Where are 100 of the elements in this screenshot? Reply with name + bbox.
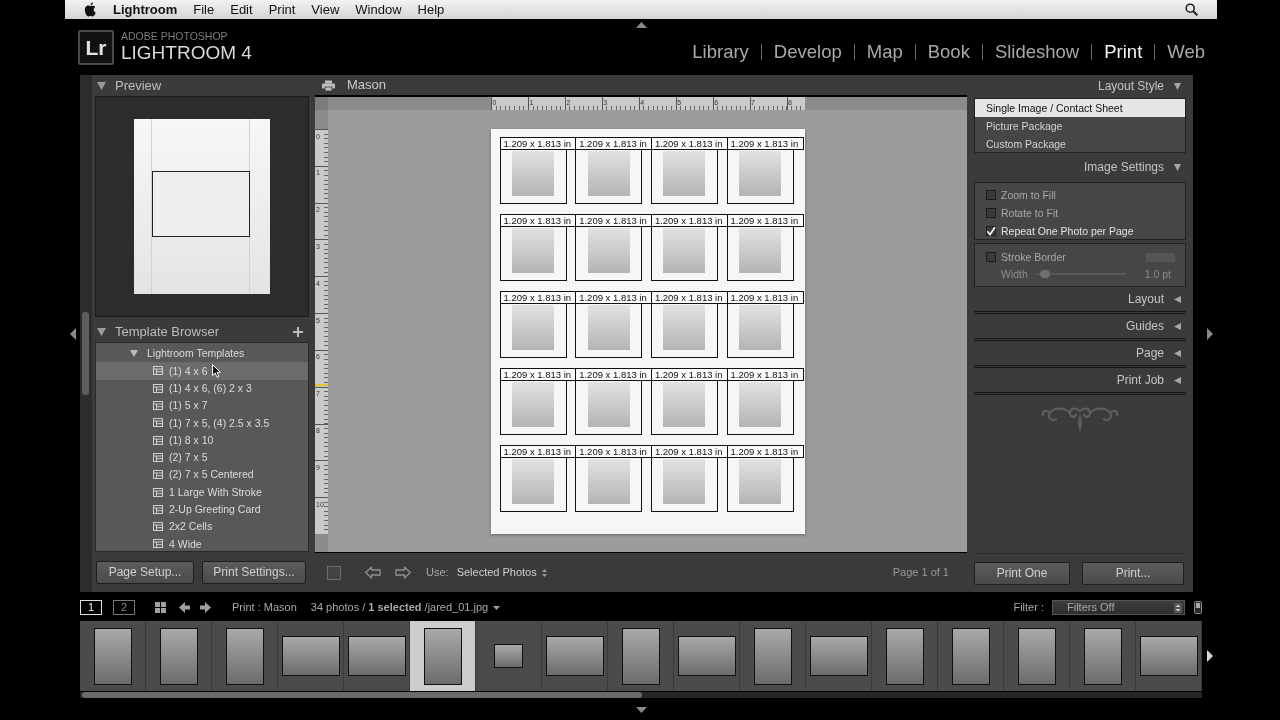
scrollbar-thumb[interactable] xyxy=(82,312,89,395)
cell-size-label: 1.209 x 1.813 in xyxy=(726,444,804,458)
module-tab[interactable]: Book xyxy=(927,41,970,63)
section-header[interactable]: Guides xyxy=(974,314,1186,341)
left-arrow-icon[interactable] xyxy=(365,566,381,579)
disclosure-triangle-icon[interactable] xyxy=(1174,322,1181,330)
print-button[interactable]: Print... xyxy=(1082,561,1184,585)
menu-item[interactable]: View xyxy=(311,1,340,18)
page-view-button[interactable]: 1 xyxy=(80,600,102,615)
filmstrip-cell[interactable] xyxy=(410,621,476,691)
template-item[interactable]: 2-Up Greeting Card xyxy=(96,500,308,518)
section-header[interactable]: Page xyxy=(974,341,1186,368)
table-icon xyxy=(153,522,163,532)
apple-icon[interactable] xyxy=(84,2,97,17)
back-arrow-icon[interactable] xyxy=(179,602,190,613)
cell-size-label: 1.209 x 1.813 in xyxy=(650,136,728,150)
template-item[interactable]: 2x2 Cells xyxy=(96,517,308,536)
layout-style-option[interactable]: Custom Package xyxy=(975,135,1185,153)
photo-placeholder xyxy=(663,458,706,504)
checkbox[interactable] xyxy=(986,226,996,236)
table-icon xyxy=(153,435,163,445)
cell-size-label: 1.209 x 1.813 in xyxy=(726,290,804,304)
checkbox[interactable] xyxy=(986,252,996,262)
checkbox-label: Stroke Border xyxy=(1001,250,1066,264)
cell-size-label: 1.209 x 1.813 in xyxy=(499,136,577,150)
section-header[interactable]: Print Job xyxy=(974,368,1186,395)
disclosure-triangle-icon[interactable] xyxy=(1174,82,1181,90)
cell-size-label: 1.209 x 1.813 in xyxy=(499,367,577,381)
template-item[interactable]: (2) 7 x 5 xyxy=(96,448,308,467)
template-folder[interactable]: Lightroom Templates xyxy=(96,345,308,363)
disclosure-triangle-icon[interactable] xyxy=(97,328,106,336)
panel-toggle-icon[interactable] xyxy=(635,707,647,713)
section-header[interactable]: Layout xyxy=(974,287,1186,314)
menu-item[interactable]: Help xyxy=(417,1,445,18)
checkbox-label: Rotate to Fit xyxy=(1001,206,1059,220)
cell-size-label: 1.209 x 1.813 in xyxy=(726,136,804,150)
module-tab[interactable]: Web xyxy=(1167,41,1205,63)
panel-button[interactable]: Page Setup... xyxy=(96,560,194,584)
panel-toggle-icon[interactable] xyxy=(635,22,647,28)
scroll-right-icon[interactable] xyxy=(1206,650,1213,662)
collapse-right-panel-icon[interactable] xyxy=(1207,327,1213,340)
template-item[interactable]: 1 Large With Stroke xyxy=(96,483,308,501)
template-item[interactable]: 4 Wide xyxy=(96,535,308,551)
template-item[interactable]: (1) 5 x 7 xyxy=(96,396,308,415)
menu-item[interactable]: File xyxy=(193,1,215,18)
disclosure-triangle-icon[interactable] xyxy=(1174,163,1181,171)
filter-lock-switch-icon[interactable] xyxy=(1194,601,1202,614)
template-item[interactable]: (2) 7 x 5 Centered xyxy=(96,466,308,484)
filter-dropdown[interactable]: Filters Off xyxy=(1052,600,1185,615)
photo-count-text[interactable]: 34 photos / 1 selected /jared_01.jpg xyxy=(310,600,489,615)
disclosure-triangle-icon[interactable] xyxy=(97,81,106,90)
checkbox[interactable] xyxy=(986,208,996,218)
template-item[interactable]: (1) 7 x 5, (4) 2.5 x 3.5 xyxy=(96,414,308,432)
menu-item[interactable]: Edit xyxy=(230,1,253,18)
layout-style-option[interactable]: Single Image / Contact Sheet xyxy=(975,99,1185,117)
menu-item[interactable]: Window xyxy=(355,1,402,18)
template-item[interactable]: (1) 8 x 10 xyxy=(96,431,308,449)
module-tab[interactable]: Print xyxy=(1104,41,1143,63)
module-tab[interactable]: Slideshow xyxy=(994,41,1080,63)
photo-placeholder xyxy=(587,150,630,196)
photo-placeholder xyxy=(1139,636,1198,676)
checkbox-label: Zoom to Fill xyxy=(1001,188,1056,202)
checkbox[interactable] xyxy=(986,190,996,200)
cell-size-label: 1.209 x 1.813 in xyxy=(575,444,653,458)
table-icon xyxy=(153,366,163,376)
module-tab[interactable]: Map xyxy=(866,41,903,63)
panel-header[interactable]: Template Browser xyxy=(92,322,226,342)
caret-icon[interactable] xyxy=(493,605,501,610)
section-header[interactable]: Image Settings xyxy=(974,153,1186,181)
layout-style-option[interactable]: Picture Package xyxy=(975,117,1185,135)
printer-icon xyxy=(322,79,335,91)
app-menu[interactable]: Lightroom xyxy=(113,1,178,18)
slider-thumb[interactable] xyxy=(1039,269,1052,279)
template-item[interactable]: (1) 4 x 6 xyxy=(96,362,308,380)
print-button[interactable]: Print One xyxy=(974,561,1070,585)
right-arrow-icon[interactable] xyxy=(395,566,411,579)
panel-button[interactable]: Print Settings... xyxy=(202,560,306,584)
search-icon[interactable] xyxy=(1185,3,1198,16)
collapse-left-panel-icon[interactable] xyxy=(69,327,76,340)
grid-view-icon[interactable] xyxy=(155,602,166,613)
cell-size-label: 1.209 x 1.813 in xyxy=(726,213,804,227)
forward-arrow-icon[interactable] xyxy=(200,602,211,613)
scrollbar-thumb[interactable] xyxy=(82,692,642,698)
photo-placeholder xyxy=(809,636,868,676)
panel-header[interactable]: Preview xyxy=(92,75,313,96)
disclosure-triangle-icon[interactable] xyxy=(1174,349,1181,357)
disclosure-triangle-icon[interactable] xyxy=(1174,295,1181,303)
plus-icon[interactable] xyxy=(293,327,303,337)
menu-item[interactable]: Print xyxy=(268,1,296,18)
section-header[interactable]: Layout Style xyxy=(974,75,1186,97)
use-dropdown[interactable]: Selected Photos xyxy=(456,565,547,580)
module-tab[interactable]: Develop xyxy=(773,41,842,63)
photo-placeholder xyxy=(225,627,264,685)
disclosure-triangle-icon[interactable] xyxy=(1174,376,1181,384)
disclosure-triangle-icon[interactable] xyxy=(130,350,138,358)
page-view-button[interactable]: 2 xyxy=(113,600,135,615)
cell-size-label: 1.209 x 1.813 in xyxy=(650,444,728,458)
module-tab[interactable]: Library xyxy=(692,41,749,63)
template-item[interactable]: (1) 4 x 6, (6) 2 x 3 xyxy=(96,379,308,397)
table-icon xyxy=(153,418,163,428)
